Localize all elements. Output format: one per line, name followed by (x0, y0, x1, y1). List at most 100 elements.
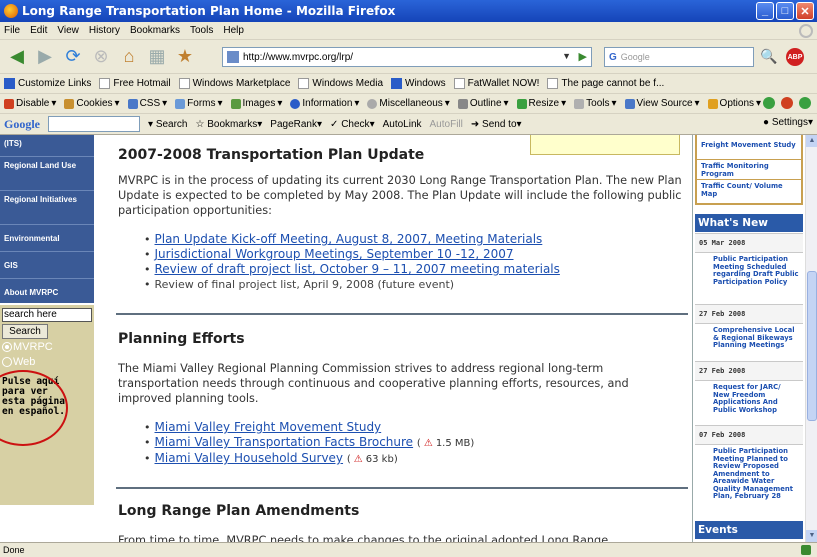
google-settings-button[interactable]: ● Settings▾ (763, 117, 813, 128)
vertical-scrollbar[interactable]: ▲ ▼ (805, 135, 817, 542)
images-icon (230, 98, 241, 109)
checkmark-icon[interactable] (763, 97, 775, 109)
household-survey-link[interactable]: Miami Valley Household Survey (155, 451, 344, 465)
maximize-button[interactable]: □ (776, 2, 794, 20)
news-link[interactable]: Request for JARC/ New Freedom Applicatio… (695, 381, 803, 425)
wd-view-source[interactable]: View Source ▾ (624, 98, 700, 109)
radio-web[interactable]: Web (2, 356, 35, 368)
url-bar[interactable]: http://www.mvrpc.org/lrp/ ▼ ▶ (222, 47, 592, 67)
error-icon[interactable] (781, 97, 793, 109)
nav-item-about-mvrpc[interactable]: About MVRPC (0, 279, 94, 306)
close-button[interactable]: ✕ (796, 2, 814, 20)
whats-new-header: What's New (695, 214, 803, 232)
freight-study-link[interactable]: Miami Valley Freight Movement Study (155, 420, 382, 434)
google-logo[interactable]: Google (4, 117, 40, 132)
menu-history[interactable]: History (89, 25, 120, 36)
wd-miscellaneous[interactable]: Miscellaneous ▾ (367, 98, 450, 109)
wd-resize[interactable]: Resize ▾ (516, 98, 566, 109)
google-bookmarks-button[interactable]: ☆ Bookmarks▾ (196, 119, 263, 130)
minimize-button[interactable]: _ (756, 2, 774, 20)
url-dropdown-icon[interactable]: ▼ (562, 51, 571, 61)
wd-disable[interactable]: Disable ▾ (4, 98, 56, 109)
workgroup-meetings-link[interactable]: Jurisdictional Workgroup Meetings, Septe… (155, 247, 514, 261)
bookmark-item[interactable]: The page cannot be f... (547, 78, 664, 89)
site-search-input[interactable]: search here (2, 308, 92, 322)
wd-forms[interactable]: Forms ▾ (175, 98, 223, 109)
menu-edit[interactable]: Edit (30, 25, 47, 36)
history-icon[interactable]: ▦ (144, 44, 170, 70)
radio-mvrpc[interactable]: MVRPC (2, 341, 53, 353)
news-list: 05 Mar 2008 Public Participation Meeting… (695, 233, 803, 521)
future-event-text: Review of final project list, April 9, 2… (154, 278, 455, 291)
wd-images[interactable]: Images ▾ (230, 98, 282, 109)
home-icon[interactable]: ⌂ (116, 44, 142, 70)
google-autofill-button[interactable]: AutoFill (430, 119, 463, 130)
news-link[interactable]: Public Participation Meeting Scheduled r… (695, 253, 803, 304)
bookmark-item[interactable]: Free Hotmail (99, 78, 171, 89)
facts-brochure-link[interactable]: Miami Valley Transportation Facts Brochu… (155, 435, 414, 449)
menu-bookmarks[interactable]: Bookmarks (130, 25, 180, 36)
reload-icon[interactable]: ⟳ (60, 44, 86, 70)
status-ok-icon[interactable] (799, 97, 811, 109)
news-link[interactable]: Comprehensive Local & Regional Bikeways … (695, 324, 803, 361)
left-navigation: (ITS) Regional Land Use Regional Initiat… (0, 135, 94, 542)
bookmark-item[interactable]: FatWallet NOW! (453, 78, 539, 89)
google-pagerank-button[interactable]: PageRank▾ (270, 119, 322, 130)
google-autolink-button[interactable]: AutoLink (383, 119, 422, 130)
google-sendto-button[interactable]: ➜ Send to▾ (471, 119, 522, 130)
security-icon (801, 545, 811, 555)
wd-options[interactable]: Options ▾ (707, 98, 761, 109)
bookmark-item[interactable]: Windows (391, 78, 446, 89)
wd-cookies[interactable]: Cookies ▾ (64, 98, 120, 109)
google-search-button[interactable]: ▾ Search (148, 119, 188, 130)
google-search-input[interactable] (48, 116, 140, 132)
bookmark-manager-icon[interactable]: ★ (172, 44, 198, 70)
freight-movement-link[interactable]: Freight Movement Study (697, 135, 801, 160)
events-header: Events (695, 521, 803, 539)
file-size: 63 kb) (365, 454, 398, 465)
search-bar[interactable]: G Google (604, 47, 754, 67)
nav-item-environmental[interactable]: Environmental (0, 225, 94, 252)
status-bar: Done (0, 542, 817, 557)
menu-tools[interactable]: Tools (190, 25, 213, 36)
nav-menu: (ITS) Regional Land Use Regional Initiat… (0, 135, 94, 306)
scroll-thumb[interactable] (807, 271, 817, 421)
google-check-button[interactable]: ✓ Check▾ (330, 119, 375, 130)
bookmark-item[interactable]: Windows Media (298, 78, 383, 89)
site-search-button[interactable]: Search (2, 324, 48, 339)
disable-icon (4, 98, 14, 109)
bookmark-item[interactable]: Customize Links (4, 78, 91, 89)
nav-item-its[interactable]: (ITS) (0, 135, 94, 157)
section-body: MVRPC is in the process of updating its … (118, 174, 682, 217)
scroll-down-icon[interactable]: ▼ (806, 530, 817, 542)
search-engine-icon[interactable]: G (609, 52, 617, 63)
nav-item-regional-land-use[interactable]: Regional Land Use (0, 157, 94, 191)
wd-information[interactable]: Information ▾ (290, 98, 359, 109)
kickoff-meeting-link[interactable]: Plan Update Kick-off Meeting, August 8, … (155, 232, 543, 246)
resize-icon (516, 98, 527, 109)
menu-file[interactable]: File (4, 25, 20, 36)
radio-unchecked-icon (2, 357, 12, 367)
menu-help[interactable]: Help (223, 25, 244, 36)
news-link[interactable]: Public Participation Meeting Planned to … (695, 445, 803, 521)
back-icon[interactable]: ◀ (4, 44, 30, 70)
menu-view[interactable]: View (57, 25, 79, 36)
bookmark-item[interactable]: Windows Marketplace (178, 78, 290, 89)
window-title: Long Range Transportation Plan Home - Mo… (22, 4, 396, 18)
traffic-monitoring-link[interactable]: Traffic Monitoring Program (697, 160, 801, 180)
go-icon[interactable]: ▶ (579, 50, 587, 63)
nav-item-gis[interactable]: GIS (0, 252, 94, 279)
traffic-count-link[interactable]: Traffic Count/ Volume Map (697, 180, 801, 202)
forms-icon (175, 98, 186, 109)
scroll-up-icon[interactable]: ▲ (806, 135, 817, 147)
wd-tools[interactable]: Tools ▾ (574, 98, 617, 109)
forward-icon[interactable]: ▶ (32, 44, 58, 70)
draft-project-list-link[interactable]: Review of draft project list, October 9 … (155, 262, 560, 276)
nav-item-regional-initiatives[interactable]: Regional Initiatives (0, 191, 94, 225)
wd-css[interactable]: CSS ▾ (127, 98, 167, 109)
wd-outline[interactable]: Outline ▾ (457, 98, 509, 109)
adblock-icon[interactable]: ABP (786, 48, 804, 66)
search-go-icon[interactable]: 🔍 (760, 48, 777, 65)
stop-icon[interactable]: ⊗ (88, 44, 114, 70)
news-date: 27 Feb 2008 (695, 304, 803, 324)
